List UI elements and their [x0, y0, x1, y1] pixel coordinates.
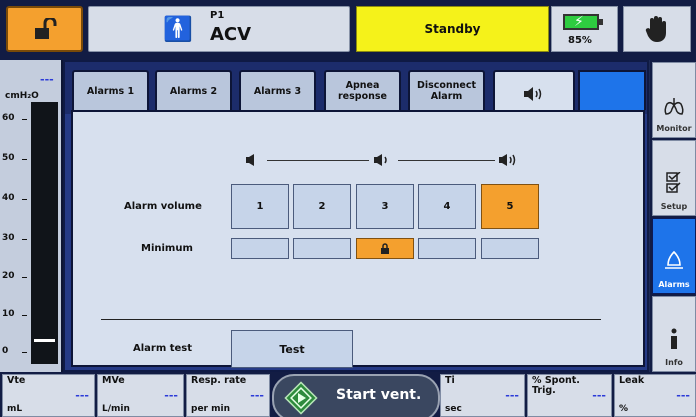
- start-diamond-icon: [284, 381, 318, 415]
- param-unit: mL: [7, 404, 23, 414]
- section-divider: [101, 319, 601, 320]
- unlock-button[interactable]: [6, 6, 83, 52]
- alarm-test-button[interactable]: Test: [231, 330, 353, 368]
- right-sidebar: Monitor Setup Alarms Info: [650, 60, 696, 372]
- volume-level-button[interactable]: 3: [356, 184, 414, 229]
- tab-alarms-2[interactable]: Alarms 2: [155, 70, 232, 110]
- hand-icon: [645, 16, 666, 42]
- param-value: ---: [676, 389, 690, 402]
- padlock-icon: [381, 243, 389, 254]
- gauge-tick: 30: [2, 233, 27, 243]
- volume-scale-line: [398, 160, 495, 161]
- param-value: ---: [164, 389, 178, 402]
- speaker-high-icon: [499, 154, 516, 166]
- vte-readout: Vte --- mL: [2, 374, 95, 417]
- sound-settings-content: Alarm volume 1 2 3 4 5 Minimum Alarm tes…: [71, 110, 645, 368]
- alarm-test-label: Alarm test: [133, 343, 193, 354]
- sidebar-item-label: Info: [665, 358, 683, 367]
- sidebar-item-alarms[interactable]: Alarms: [652, 218, 696, 294]
- adult-patient-icon: 🚹: [163, 15, 195, 43]
- top-bar: 🚹 P1 ACV Standby ⚡ 85%: [0, 0, 696, 60]
- leak-readout: Leak --- %: [614, 374, 696, 417]
- param-value: ---: [505, 389, 519, 402]
- speaker-medium-icon: [374, 154, 387, 166]
- volume-level-button[interactable]: 4: [418, 184, 476, 229]
- bell-icon: [665, 250, 683, 269]
- param-value: ---: [75, 389, 89, 402]
- patient-profile-label: P1: [210, 10, 225, 21]
- param-name: Resp. rate: [191, 375, 247, 386]
- alarms-panel: Alarms 1 Alarms 2 Alarms 3 Apnea respons…: [63, 60, 649, 372]
- sidebar-item-label: Monitor: [656, 124, 692, 133]
- start-ventilation-label: Start vent.: [336, 387, 422, 403]
- battery-icon: ⚡: [563, 14, 603, 30]
- pressure-value: ---: [40, 73, 54, 86]
- param-value: ---: [250, 389, 264, 402]
- param-name: Leak: [619, 375, 645, 386]
- ti-readout: Ti --- sec: [440, 374, 525, 417]
- mve-readout: MVe --- L/min: [97, 374, 184, 417]
- hand-stop-button[interactable]: [623, 6, 691, 52]
- sidebar-item-info[interactable]: Info: [652, 296, 696, 372]
- status-indicator: Standby: [356, 6, 549, 52]
- patient-mode-box[interactable]: 🚹 P1 ACV: [88, 6, 350, 52]
- spont-trig-readout: % Spont. Trig. ---: [527, 374, 612, 417]
- battery-status: ⚡ 85%: [551, 6, 618, 52]
- minimum-label: Minimum: [141, 243, 193, 254]
- tab-strip: Alarms 1 Alarms 2 Alarms 3 Apnea respons…: [65, 62, 647, 116]
- alarm-volume-label: Alarm volume: [124, 201, 202, 212]
- minimum-level-cell[interactable]: [481, 238, 539, 259]
- pressure-unit: cmH₂O: [5, 91, 39, 101]
- speaker-low-icon: [246, 154, 254, 166]
- sidebar-item-monitor[interactable]: Monitor: [652, 62, 696, 138]
- param-unit: L/min: [102, 404, 130, 414]
- param-value: ---: [592, 389, 606, 402]
- tab-apnea-response[interactable]: Apnea response: [324, 70, 401, 110]
- volume-level-button[interactable]: 5: [481, 184, 539, 229]
- speaker-icon: [524, 87, 542, 101]
- gauge-tick: 40: [2, 193, 27, 203]
- param-name: MVe: [102, 375, 125, 386]
- volume-scale-line: [267, 160, 369, 161]
- param-unit: %: [619, 404, 629, 414]
- battery-percent: 85%: [568, 35, 592, 46]
- minimum-level-cell[interactable]: [231, 238, 289, 259]
- start-ventilation-button[interactable]: Start vent.: [272, 374, 440, 417]
- pressure-marker: [34, 339, 55, 343]
- param-unit: per min: [191, 404, 230, 414]
- ventilation-mode: ACV: [210, 24, 252, 45]
- tab-alarms-3[interactable]: Alarms 3: [239, 70, 316, 110]
- minimum-level-cell[interactable]: [418, 238, 476, 259]
- checklist-icon: [666, 172, 681, 193]
- gauge-tick: 0: [2, 346, 29, 356]
- tab-strip-filler: [578, 70, 646, 110]
- param-name: Ti: [445, 375, 455, 386]
- unlocked-padlock-icon: [34, 18, 56, 39]
- lungs-icon: [664, 98, 684, 115]
- tab-alarms-1[interactable]: Alarms 1: [72, 70, 149, 110]
- minimum-level-cell[interactable]: [356, 238, 414, 259]
- sidebar-item-label: Alarms: [658, 280, 690, 289]
- gauge-tick: 50: [2, 153, 27, 163]
- bottom-parameter-bar: Vte --- mL MVe --- L/min Resp. rate --- …: [0, 372, 696, 417]
- info-icon: [671, 328, 677, 349]
- volume-level-button[interactable]: 2: [293, 184, 351, 229]
- pressure-bar: [31, 102, 58, 364]
- sidebar-item-setup[interactable]: Setup: [652, 140, 696, 216]
- sidebar-item-label: Setup: [660, 202, 688, 211]
- tab-disconnect-alarm[interactable]: Disconnect Alarm: [408, 70, 485, 110]
- minimum-level-cell[interactable]: [293, 238, 351, 259]
- gauge-tick: 60: [2, 113, 27, 123]
- param-name: Vte: [7, 375, 26, 386]
- resp-rate-readout: Resp. rate --- per min: [186, 374, 270, 417]
- param-name: % Spont. Trig.: [532, 375, 580, 396]
- gauge-tick: 10: [2, 309, 27, 319]
- pressure-gauge: --- cmH₂O 60 50 40 30 20 10 0: [0, 60, 63, 372]
- volume-level-button[interactable]: 1: [231, 184, 289, 229]
- param-unit: sec: [445, 404, 462, 414]
- gauge-tick: 20: [2, 271, 27, 281]
